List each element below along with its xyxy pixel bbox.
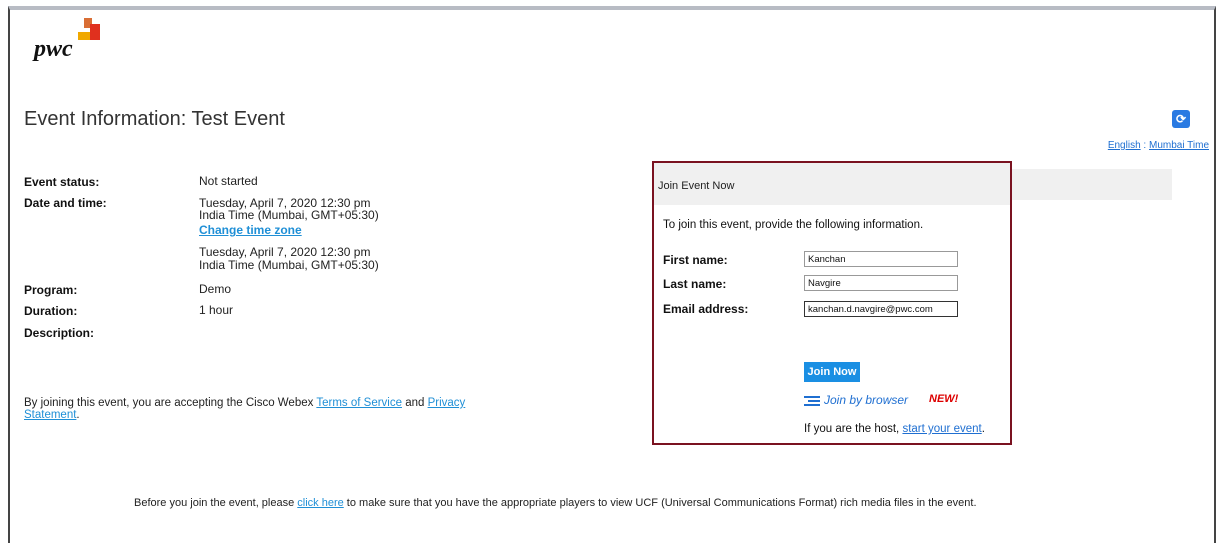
join-intro-text: To join this event, provide the followin… bbox=[663, 219, 924, 231]
first-name-field[interactable] bbox=[804, 251, 958, 267]
first-name-label: First name: bbox=[663, 253, 728, 267]
page-frame bbox=[8, 6, 1216, 543]
change-time-zone-link[interactable]: Change time zone bbox=[199, 224, 302, 236]
timezone-link[interactable]: Mumbai Time bbox=[1149, 140, 1209, 151]
duration-value: 1 hour bbox=[199, 303, 234, 317]
date2-line-1: Tuesday, April 7, 2020 12:30 pm bbox=[199, 245, 371, 259]
date-line-2: India Time (Mumbai, GMT+05:30) bbox=[199, 208, 379, 222]
description-label: Description: bbox=[24, 326, 95, 340]
program-value: Demo bbox=[199, 282, 232, 296]
new-badge: NEW! bbox=[929, 393, 959, 405]
players-note: Before you join the event, please click … bbox=[134, 497, 977, 509]
duration-label: Duration: bbox=[24, 304, 78, 318]
join-now-button[interactable]: Join Now bbox=[804, 362, 860, 382]
event-status-label: Event status: bbox=[24, 175, 100, 189]
date2-line-2: India Time (Mumbai, GMT+05:30) bbox=[199, 258, 379, 272]
pwc-logo: pwc bbox=[34, 14, 124, 64]
click-here-link[interactable]: click here bbox=[297, 497, 343, 509]
locale-separator: : bbox=[1143, 140, 1147, 151]
terms-of-service-link[interactable]: Terms of Service bbox=[316, 397, 402, 409]
terms-notice: By joining this event, you are accepting… bbox=[24, 397, 466, 421]
event-status-value: Not started bbox=[199, 174, 258, 188]
join-header: Join Event Now bbox=[654, 163, 1010, 205]
email-label: Email address: bbox=[663, 302, 749, 316]
join-header-strip bbox=[1012, 169, 1172, 200]
privacy-statement-link[interactable]: Statement bbox=[24, 409, 76, 421]
last-name-label: Last name: bbox=[663, 277, 727, 291]
join-event-panel: Join Event Now To join this event, provi… bbox=[652, 161, 1012, 445]
start-your-event-link[interactable]: start your event bbox=[902, 423, 981, 435]
last-name-field[interactable] bbox=[804, 275, 958, 291]
date-time-label: Date and time: bbox=[24, 196, 107, 210]
refresh-icon[interactable]: ⟳ bbox=[1172, 110, 1190, 128]
program-label: Program: bbox=[24, 283, 78, 297]
join-header-title: Join Event Now bbox=[658, 180, 735, 192]
language-link[interactable]: English bbox=[1108, 140, 1141, 151]
email-field[interactable] bbox=[804, 301, 958, 317]
page-title: Event Information: Test Event bbox=[24, 108, 285, 130]
privacy-link[interactable]: Privacy bbox=[428, 397, 466, 409]
locale-links: English : Mumbai Time bbox=[1108, 140, 1209, 151]
host-line: If you are the host, start your event. bbox=[804, 423, 985, 435]
join-by-browser-link[interactable]: Join by browser bbox=[804, 393, 908, 407]
browser-list-icon bbox=[804, 395, 820, 406]
